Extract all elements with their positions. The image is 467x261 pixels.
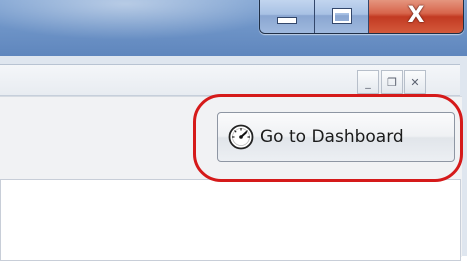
go-to-dashboard-button[interactable]: Go to Dashboard	[217, 112, 455, 162]
mdi-close-button[interactable]: ✕	[404, 70, 426, 94]
close-icon: ✕	[410, 75, 420, 89]
minimize-icon: _	[365, 75, 371, 89]
window-titlebar: X	[0, 0, 467, 56]
mdi-restore-button[interactable]: ❐	[381, 70, 403, 94]
window-close-button[interactable]: X	[368, 0, 463, 33]
mdi-minimize-button[interactable]: _	[357, 70, 379, 94]
speedometer-icon	[228, 124, 254, 150]
minimize-icon	[277, 16, 298, 24]
window-minimize-button[interactable]	[260, 0, 316, 33]
window-caption-buttons: X	[259, 0, 464, 34]
content-panel	[0, 179, 461, 261]
maximize-icon	[331, 8, 352, 24]
mdi-control-bar: _ ❐ ✕	[0, 64, 460, 96]
close-icon: X	[407, 2, 425, 28]
dashboard-button-label: Go to Dashboard	[260, 127, 404, 147]
restore-icon: ❐	[387, 75, 397, 89]
window-maximize-button[interactable]	[315, 0, 369, 33]
